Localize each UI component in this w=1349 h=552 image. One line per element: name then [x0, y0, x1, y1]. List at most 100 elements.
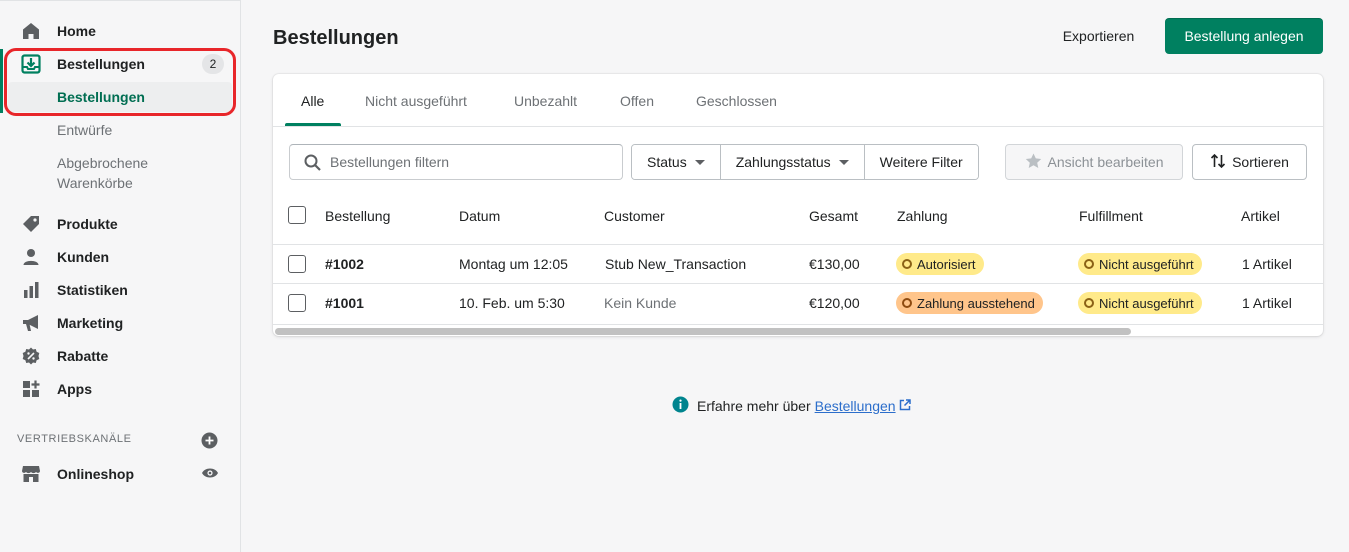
eye-icon[interactable]	[201, 466, 219, 483]
search-field[interactable]	[289, 144, 623, 180]
sort-button[interactable]: Sortieren	[1192, 144, 1307, 180]
orders-card: Alle Nicht ausgeführt Unbezahlt Offen Ge…	[273, 74, 1323, 336]
payment-status-label: Zahlung ausstehend	[917, 295, 1035, 311]
order-date: Montag um 12:05	[459, 256, 568, 272]
sales-channels-heading: VERTRIEBSKANÄLE	[17, 433, 132, 445]
column-header-date[interactable]: Datum	[459, 208, 500, 224]
sort-label: Sortieren	[1232, 154, 1289, 170]
status-dot-icon	[1084, 298, 1094, 308]
sidebar-item-products[interactable]: Produkte	[0, 207, 240, 240]
info-icon	[672, 396, 689, 416]
order-items: 1 Artikel	[1242, 256, 1292, 272]
apps-icon	[21, 379, 41, 399]
horizontal-scrollbar[interactable]	[273, 324, 1323, 336]
subitem-abandoned-line2[interactable]: Warenkörbe	[57, 173, 133, 193]
payment-status-label: Autorisiert	[917, 256, 976, 272]
search-input[interactable]	[330, 154, 610, 170]
more-filters-button[interactable]: Weitere Filter	[864, 145, 978, 179]
search-icon	[304, 154, 321, 174]
add-channel-icon[interactable]	[201, 432, 218, 452]
sidebar-item-label: Kunden	[57, 248, 110, 265]
column-header-total[interactable]: Gesamt	[809, 208, 858, 224]
learn-more-text: Erfahre mehr über	[697, 398, 811, 414]
create-order-button[interactable]: Bestellung anlegen	[1165, 18, 1323, 54]
select-all-checkbox[interactable]	[288, 206, 306, 224]
more-filters-label: Weitere Filter	[879, 154, 963, 170]
filter-button-group: Status Zahlungsstatus Weitere Filter	[631, 144, 979, 180]
order-items: 1 Artikel	[1242, 295, 1292, 311]
payment-status-filter-button[interactable]: Zahlungsstatus	[720, 145, 865, 179]
table-row[interactable]: #1001 10. Feb. um 5:30 Kein Kunde €120,0…	[273, 283, 1323, 322]
fulfillment-status-badge: Nicht ausgeführt	[1078, 253, 1202, 275]
discount-icon	[21, 346, 41, 366]
edit-view-button[interactable]: Ansicht bearbeiten	[1005, 144, 1183, 180]
sidebar-item-label: Apps	[57, 380, 92, 397]
tab-unpaid[interactable]: Unbezahlt	[514, 93, 577, 109]
tab-open[interactable]: Offen	[620, 93, 654, 109]
chevron-down-icon	[694, 159, 705, 165]
column-header-customer[interactable]: Customer	[604, 208, 665, 224]
tab-all[interactable]: Alle	[301, 93, 324, 109]
sort-icon	[1210, 153, 1226, 172]
column-header-order[interactable]: Bestellung	[325, 208, 390, 224]
star-icon	[1025, 153, 1042, 172]
table-row[interactable]: #1002 Montag um 12:05 Stub New_Transacti…	[273, 244, 1323, 283]
sidebar-item-label: Produkte	[57, 215, 118, 232]
highlight-annotation	[4, 48, 236, 116]
fulfillment-status-badge: Nicht ausgeführt	[1078, 292, 1202, 314]
tag-icon	[21, 214, 41, 234]
orders-help-link[interactable]: Bestellungen	[815, 398, 896, 414]
column-header-payment[interactable]: Zahlung	[897, 208, 948, 224]
sidebar: Home Bestellungen 2 Bestellungen Entwürf…	[0, 0, 241, 552]
order-customer: Stub New_Transaction	[605, 256, 747, 272]
status-filter-button[interactable]: Status	[632, 145, 721, 179]
order-number[interactable]: #1002	[325, 256, 364, 272]
sidebar-item-marketing[interactable]: Marketing	[0, 306, 240, 339]
tab-bar: Alle Nicht ausgeführt Unbezahlt Offen Ge…	[273, 74, 1323, 127]
scrollbar-thumb[interactable]	[275, 328, 1131, 335]
sidebar-item-label: Statistiken	[57, 281, 128, 298]
row-checkbox[interactable]	[288, 294, 306, 312]
subitem-drafts[interactable]: Entwürfe	[57, 120, 112, 140]
learn-more: Erfahre mehr über Bestellungen	[672, 396, 911, 416]
active-tab-indicator	[285, 123, 341, 126]
status-dot-icon	[1084, 259, 1094, 269]
tab-closed[interactable]: Geschlossen	[696, 93, 777, 109]
analytics-icon	[21, 280, 41, 300]
page-title: Bestellungen	[273, 27, 399, 49]
sidebar-item-apps[interactable]: Apps	[0, 372, 240, 405]
tab-unfulfilled[interactable]: Nicht ausgeführt	[365, 93, 467, 109]
chevron-down-icon	[838, 159, 849, 165]
export-button[interactable]: Exportieren	[1046, 18, 1151, 54]
payment-status-filter-label: Zahlungsstatus	[735, 154, 831, 170]
sidebar-item-discounts[interactable]: Rabatte	[0, 339, 240, 372]
store-icon	[21, 464, 41, 484]
sidebar-item-label: Onlineshop	[57, 465, 134, 482]
fulfillment-status-label: Nicht ausgeführt	[1099, 295, 1194, 311]
person-icon	[21, 247, 41, 267]
order-customer: Kein Kunde	[604, 295, 677, 311]
fulfillment-status-label: Nicht ausgeführt	[1099, 256, 1194, 272]
sidebar-item-label: Marketing	[57, 314, 124, 331]
row-checkbox[interactable]	[288, 255, 306, 273]
sidebar-item-label: Home	[57, 22, 96, 39]
order-number[interactable]: #1001	[325, 295, 364, 311]
payment-status-badge: Autorisiert	[896, 253, 984, 275]
sidebar-item-customers[interactable]: Kunden	[0, 240, 240, 273]
home-icon	[21, 21, 41, 41]
edit-view-label: Ansicht bearbeiten	[1047, 154, 1164, 170]
order-total: €120,00	[809, 295, 860, 311]
sidebar-item-analytics[interactable]: Statistiken	[0, 273, 240, 306]
payment-status-badge: Zahlung ausstehend	[896, 292, 1043, 314]
column-header-fulfillment[interactable]: Fulfillment	[1079, 208, 1143, 224]
sidebar-item-label: Rabatte	[57, 347, 109, 364]
status-filter-label: Status	[647, 154, 687, 170]
subitem-abandoned-line1[interactable]: Abgebrochene	[57, 153, 148, 173]
status-dot-icon	[902, 259, 912, 269]
order-date: 10. Feb. um 5:30	[459, 295, 565, 311]
sidebar-item-home[interactable]: Home	[0, 14, 240, 47]
status-dot-icon	[902, 298, 912, 308]
external-link-icon[interactable]	[899, 398, 911, 414]
column-header-items[interactable]: Artikel	[1241, 208, 1280, 224]
megaphone-icon	[21, 313, 41, 333]
